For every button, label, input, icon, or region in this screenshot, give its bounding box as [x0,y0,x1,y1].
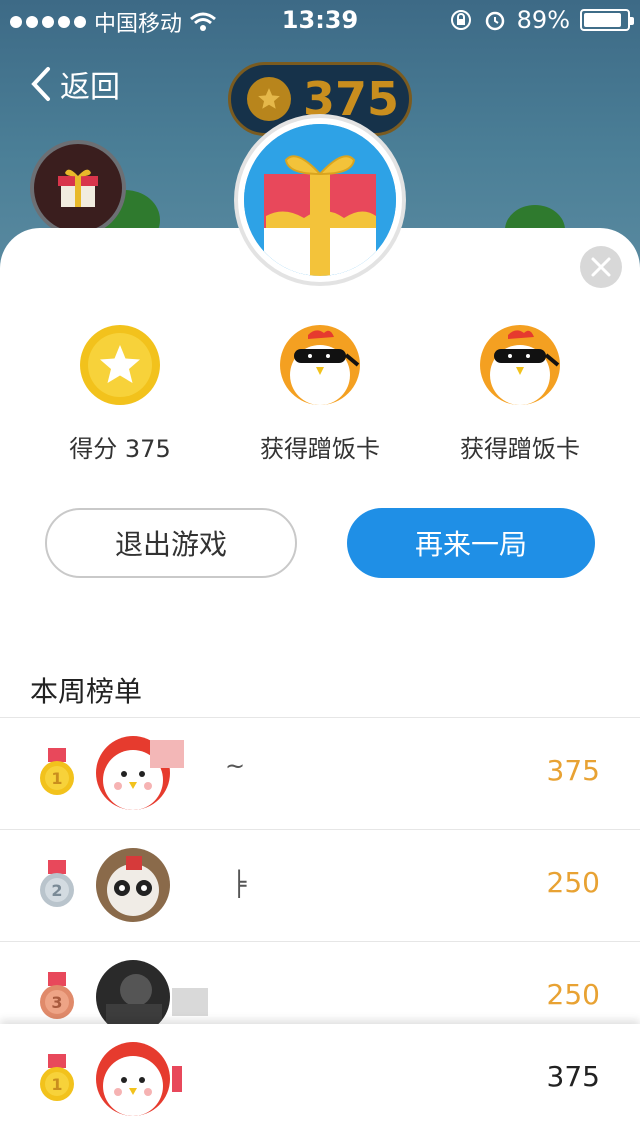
coin-icon [247,77,291,121]
player-name: ╞ [232,870,247,898]
reward-card: 获得蹭饭卡 [420,325,620,464]
exit-game-button[interactable]: 退出游戏 [45,508,297,578]
reward-gift-icon [238,118,402,290]
status-bar: 中国移动 13:39 89% [0,0,640,40]
gold-medal-icon: 1 [38,1054,76,1104]
player-score: 250 [546,866,600,899]
svg-text:3: 3 [51,993,62,1012]
ranking-title: 本周榜单 [30,675,143,708]
play-again-button[interactable]: 再来一局 [347,508,595,578]
chicken-mask-icon [280,325,360,405]
back-button[interactable]: 返回 [30,62,120,106]
svg-text:2: 2 [51,881,62,900]
reward-label: 获得蹭饭卡 [460,435,580,463]
reward-label: 获得蹭饭卡 [260,435,380,463]
silver-medal-icon: 2 [38,860,76,910]
player-name: ~ [225,752,246,780]
player-score: 375 [546,754,600,787]
close-button[interactable] [580,246,622,288]
my-score: 375 [546,1060,600,1093]
back-label: 返回 [60,70,120,105]
avatar [96,848,170,922]
name-blur [150,740,184,768]
reward-score: 得分 375 [20,325,220,464]
battery-icon [580,9,634,31]
chevron-left-icon [31,67,50,101]
battery-fill [584,13,621,27]
avatar [96,1042,170,1116]
ranking-row[interactable]: 2 ╞ 250 [0,830,640,942]
close-icon [591,257,611,277]
name-blur [172,988,208,1016]
rewards-list: 得分 375 获得蹭饭卡 获得蹭饭卡 [0,325,640,465]
my-ranking-row[interactable]: 1 375 [0,1024,640,1136]
battery-percent: 89% [516,6,570,34]
svg-text:1: 1 [51,769,62,788]
reward-label: 得分 375 [69,435,171,463]
alarm-icon [485,11,504,31]
player-score: 250 [546,978,600,1011]
bronze-medal-icon: 3 [38,972,76,1022]
avatar [96,960,170,1034]
gift-box-icon[interactable] [30,140,126,236]
star-coin-icon [80,325,160,405]
rotation-lock-icon [450,10,471,30]
chicken-mask-icon [480,325,560,405]
gold-medal-icon: 1 [38,748,76,798]
name-blur [172,1066,182,1092]
reward-card: 获得蹭饭卡 [220,325,420,464]
svg-text:1: 1 [51,1075,62,1094]
ranking-row[interactable]: 1 ~ 375 [0,718,640,830]
